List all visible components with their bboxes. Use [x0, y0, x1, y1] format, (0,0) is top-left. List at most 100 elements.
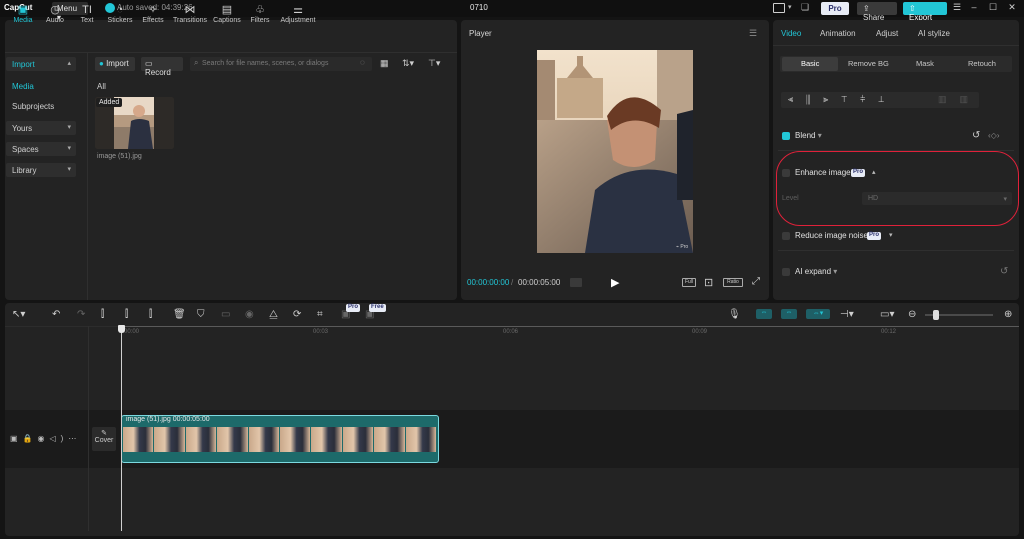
tab-adjust[interactable]: Adjust: [876, 29, 898, 38]
split-right-icon[interactable]: ⫿: [149, 309, 152, 320]
subtab-remove-bg[interactable]: Remove BG: [848, 59, 889, 68]
microphone-icon[interactable]: 🎙: [728, 309, 741, 320]
tool-transitions[interactable]: ⋈ Transitions: [171, 4, 209, 30]
track-controls-icons[interactable]: ▣🔒◉◁)⋯: [10, 434, 81, 443]
keyframe-icon[interactable]: ‹◇›: [988, 131, 999, 140]
link-main-track-icon[interactable]: ⇔: [756, 309, 772, 319]
fullscreen-icon[interactable]: ⤢: [752, 276, 760, 287]
pro-button[interactable]: Pro: [821, 2, 849, 15]
tool-media[interactable]: ▣ Media: [6, 4, 40, 30]
zoom-out-icon[interactable]: ⊖: [908, 309, 916, 320]
clip-frame: [311, 427, 342, 452]
subtab-basic[interactable]: Basic: [801, 59, 819, 68]
filter-icon[interactable]: ⊤▾: [428, 58, 440, 69]
project-title: 0710: [470, 3, 488, 12]
magnet-icon[interactable]: ⇔: [781, 309, 797, 319]
nav-media[interactable]: Media: [12, 82, 34, 91]
player-title: Player: [469, 29, 492, 38]
nav-spaces[interactable]: Spaces ▾: [6, 142, 76, 156]
subtab-mask[interactable]: Mask: [916, 59, 934, 68]
free-badge: Free: [369, 304, 386, 312]
refresh-icon[interactable]: ◌: [360, 58, 365, 67]
crop-icon[interactable]: ⌗: [317, 309, 323, 320]
reduce-noise-label[interactable]: Reduce image noise: [795, 231, 868, 240]
subtab-retouch[interactable]: Retouch: [968, 59, 996, 68]
fit-icon[interactable]: ⊡: [704, 276, 713, 289]
playhead-handle[interactable]: [118, 325, 125, 333]
full-button[interactable]: Full: [682, 278, 696, 287]
tab-ai-stylize[interactable]: AI stylize: [918, 29, 950, 38]
share-button[interactable]: ⇪ Share: [857, 2, 897, 22]
record-button[interactable]: ▭ Record: [141, 57, 183, 77]
reset-icon[interactable]: ↺: [972, 130, 980, 141]
undo-icon[interactable]: ↶: [52, 309, 60, 320]
chevron-down-icon: ▾: [67, 145, 71, 152]
notification-icon[interactable]: ❏: [801, 2, 809, 13]
layout-dropdown-icon[interactable]: ▾: [788, 3, 792, 11]
nav-yours[interactable]: Yours ▾: [6, 121, 76, 135]
tab-animation[interactable]: Animation: [820, 29, 856, 38]
ai-expand-checkbox[interactable]: [782, 268, 790, 276]
effects-icon: ✧: [148, 4, 158, 16]
ratio-button[interactable]: Ratio: [723, 278, 743, 287]
more-icon[interactable]: ☰: [953, 2, 961, 13]
ai-expand-label[interactable]: AI expand ▾: [795, 267, 837, 276]
clip-frames: [123, 427, 437, 452]
reduce-noise-checkbox[interactable]: [782, 232, 790, 240]
chevron-down-icon[interactable]: ▾: [889, 231, 893, 239]
select-tool-icon[interactable]: ↖▾: [12, 309, 25, 320]
mirror-icon[interactable]: ⧋: [269, 309, 278, 320]
align-icons[interactable]: ⫷⫼⫸⊤⫩⊥: [788, 94, 897, 105]
tool-audio[interactable]: ◷ Audio: [38, 4, 72, 30]
blend-checkbox[interactable]: [782, 132, 790, 140]
highlight-ring: [776, 151, 1019, 226]
nav-subprojects[interactable]: Subprojects: [12, 102, 54, 111]
nav-import[interactable]: Import ▴: [6, 57, 76, 71]
nav-library[interactable]: Library ▾: [6, 163, 76, 177]
blend-label[interactable]: Blend ▾: [795, 131, 822, 140]
tool-text[interactable]: TI Text: [70, 4, 104, 30]
duration: 00:00:05:00: [518, 278, 561, 287]
timeline-toggle-icon[interactable]: [570, 278, 582, 287]
play-icon[interactable]: ▶: [611, 276, 619, 289]
grid-view-icon[interactable]: ▦: [380, 58, 389, 69]
export-button[interactable]: ⇧ Export: [903, 2, 947, 22]
tab-video[interactable]: Video: [781, 29, 801, 38]
tool-filters[interactable]: ♧ Filters: [243, 4, 277, 30]
layout-icon[interactable]: [773, 3, 785, 13]
split-left-icon[interactable]: ⫿: [125, 309, 128, 320]
ruler-tick: 00:06: [503, 329, 519, 335]
media-filename: image (51).jpg: [97, 153, 142, 160]
zoom-slider-handle[interactable]: [933, 310, 939, 320]
redo-icon[interactable]: ↷: [77, 309, 85, 320]
tool-adjustment[interactable]: ⚌ Adjustment: [278, 4, 318, 30]
rotate-icon[interactable]: ⟳: [293, 309, 301, 320]
sort-icon[interactable]: ⇅▾: [402, 58, 414, 69]
linkage-icon[interactable]: ⇔▾: [806, 309, 830, 319]
time-separator: /: [511, 278, 514, 287]
search-icon: ⌕: [194, 58, 199, 67]
maximize-icon[interactable]: ☐: [986, 2, 1000, 15]
tabs-divider: [773, 45, 1019, 46]
filter-all-tab[interactable]: All: [97, 82, 106, 91]
preview-axis-icon[interactable]: ⊣▾: [840, 309, 854, 320]
import-plus-icon: ●: [99, 59, 104, 68]
import-button[interactable]: ● Import: [95, 57, 135, 71]
clip-frame: [405, 427, 437, 452]
zoom-in-icon[interactable]: ⊕: [1004, 309, 1012, 320]
search-input[interactable]: Search for file names, scenes, or dialog…: [190, 57, 372, 71]
player-menu-icon[interactable]: ☰: [749, 28, 757, 39]
delete-icon[interactable]: 🗑: [173, 309, 186, 320]
split-icon[interactable]: ⫿: [101, 309, 104, 320]
mask-icon[interactable]: ⛉: [197, 309, 205, 320]
close-icon[interactable]: ✕: [1005, 2, 1019, 15]
playhead[interactable]: [121, 326, 122, 531]
tool-effects[interactable]: ✧ Effects: [136, 4, 170, 30]
minimize-icon[interactable]: –: [967, 2, 981, 15]
tool-stickers[interactable]: ◔ Stickers: [103, 4, 137, 30]
caption-track-icon[interactable]: ▭▾: [880, 309, 894, 320]
tool-captions[interactable]: ▤ Captions: [210, 4, 244, 30]
video-preview[interactable]: [537, 50, 693, 253]
reset-icon[interactable]: ↺: [1000, 266, 1008, 277]
cover-button[interactable]: ✎ Cover: [92, 427, 116, 451]
